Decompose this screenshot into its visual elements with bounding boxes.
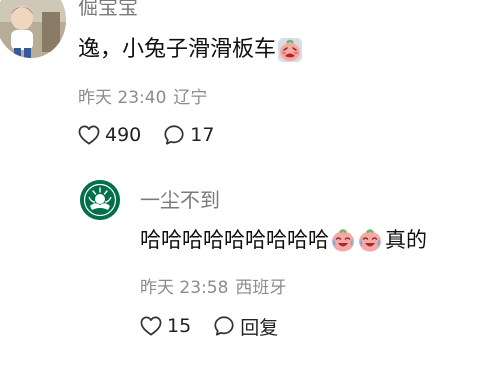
reply-text-body: 哈哈哈哈哈哈哈哈哈 (140, 228, 329, 252)
reply-button-label: 回复 (240, 316, 279, 339)
comment-text-body: 逸，小兔子滑滑板车 (78, 37, 277, 62)
laugh-cry-emoji (330, 227, 356, 253)
avatar-commenter[interactable] (0, 0, 66, 58)
embarrassed-face-emoji (277, 37, 303, 63)
comment-text: 逸，小兔子滑滑板车 (78, 35, 303, 65)
reply-meta: 昨天 23:58 西班牙 (140, 273, 286, 298)
reply-like-count: 15 (167, 315, 192, 337)
comment-time: 昨天 23:40 (78, 88, 167, 108)
comment-author[interactable]: 倔宝宝 (78, 0, 138, 20)
speech-bubble-icon (164, 125, 184, 145)
reply-like-button[interactable]: 15 (140, 315, 191, 337)
comment-location: 辽宁 (173, 88, 208, 108)
heart-outline-icon (140, 316, 162, 336)
reply-author[interactable]: 一尘不到 (140, 184, 220, 213)
speech-bubble-icon (214, 316, 234, 336)
like-button[interactable]: 490 (78, 124, 141, 146)
comment-actions: 490 17 (78, 122, 214, 148)
avatar-photo (0, 0, 66, 58)
laugh-cry-emoji (357, 227, 383, 253)
reply-location: 西班牙 (235, 278, 287, 298)
reply-actions: 15 回复 (140, 313, 278, 339)
reply-count-button[interactable]: 17 (163, 124, 214, 146)
reply-text: 哈哈哈哈哈哈哈哈哈 真的 (140, 225, 427, 255)
reply-time: 昨天 23:58 (140, 278, 229, 298)
heart-outline-icon (78, 125, 100, 145)
siren-logo-icon (80, 180, 120, 220)
reply-count: 17 (190, 124, 215, 146)
reply-text-tail: 真的 (385, 228, 427, 252)
avatar-replier[interactable] (80, 180, 120, 220)
like-count: 490 (105, 124, 142, 146)
comment-meta: 昨天 23:40 辽宁 (78, 83, 207, 108)
reply-button[interactable]: 回复 (213, 313, 278, 340)
